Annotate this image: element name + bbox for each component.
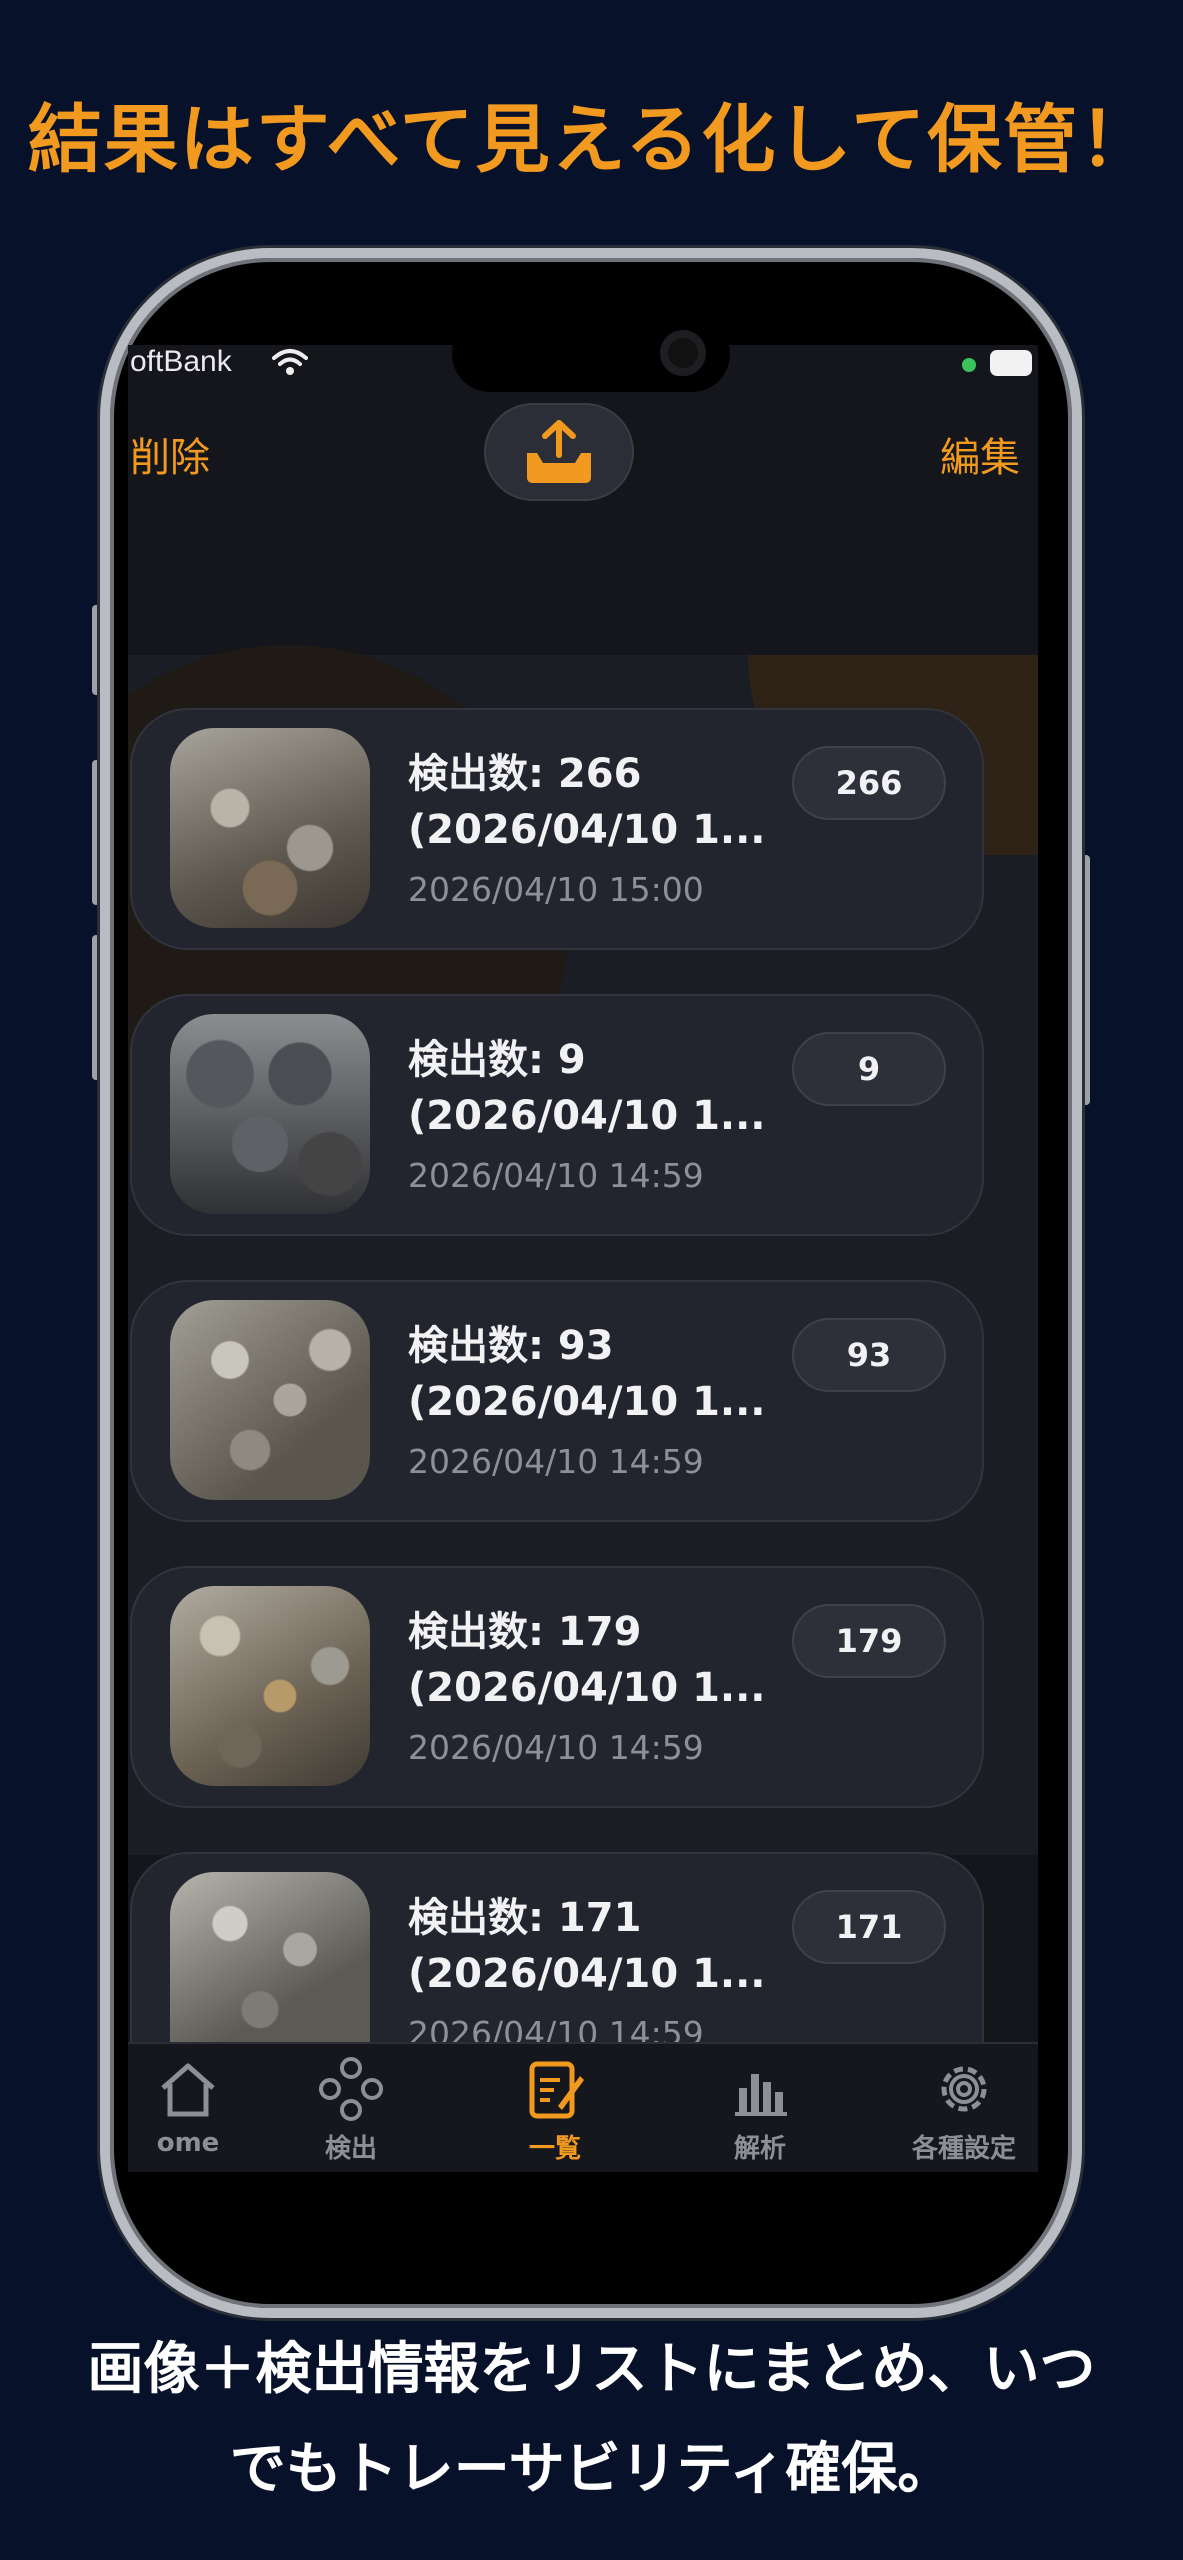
- tab-home[interactable]: ome: [98, 2054, 278, 2158]
- result-thumbnail: [170, 728, 370, 928]
- item-date: 2026/04/10 14:59: [408, 1728, 704, 1767]
- front-camera: [660, 330, 706, 376]
- list-item[interactable]: 検出数: 171 (2026/04/10 1... 2026/04/10 14:…: [130, 1852, 984, 2044]
- tab-bar: ome 検出 一覧 解析 各種設定: [128, 2042, 1038, 2172]
- headline: 結果はすべて見える化して保管！: [27, 97, 1156, 183]
- battery-icon: [990, 350, 1032, 376]
- tab-label: ome: [156, 2128, 220, 2158]
- item-title: 検出数: 179 (2026/04/10 1...: [408, 1609, 766, 1711]
- item-date: 2026/04/10 14:59: [408, 1442, 704, 1481]
- tab-analysis[interactable]: 解析: [670, 2054, 850, 2165]
- export-button[interactable]: [484, 403, 634, 501]
- list-item[interactable]: 検出数: 9 (2026/04/10 1... 2026/04/10 14:59…: [130, 994, 984, 1236]
- privacy-indicator: [962, 358, 976, 372]
- tab-detect[interactable]: 検出: [261, 2054, 441, 2165]
- wifi-icon: [272, 349, 308, 375]
- item-title: 検出数: 9 (2026/04/10 1...: [408, 1037, 766, 1139]
- tab-settings[interactable]: 各種設定: [874, 2054, 1054, 2165]
- count-badge: 266: [792, 746, 946, 820]
- count-badge: 9: [792, 1032, 946, 1106]
- detect-nodes-icon: [319, 2057, 383, 2121]
- result-thumbnail: [170, 1586, 370, 1786]
- item-title: 検出数: 266 (2026/04/10 1...: [408, 751, 766, 853]
- tab-label: 各種設定: [911, 2134, 1016, 2164]
- bar-chart-icon: [735, 2074, 787, 2116]
- result-thumbnail: [170, 1872, 370, 2044]
- item-date: 2026/04/10 15:00: [408, 870, 704, 909]
- list-item[interactable]: 検出数: 266 (2026/04/10 1... 2026/04/10 15:…: [130, 708, 984, 950]
- list-item[interactable]: 検出数: 93 (2026/04/10 1... 2026/04/10 14:5…: [130, 1280, 984, 1522]
- home-icon: [161, 2063, 215, 2117]
- list-edit-icon: [529, 2061, 584, 2119]
- result-thumbnail: [170, 1300, 370, 1500]
- count-badge: 179: [792, 1604, 946, 1678]
- count-badge: 93: [792, 1318, 946, 1392]
- tab-label: 一覧: [528, 2134, 581, 2164]
- count-badge: 171: [792, 1890, 946, 1964]
- result-thumbnail: [170, 1014, 370, 1214]
- delete-button[interactable]: 削除: [130, 425, 210, 483]
- carrier-label: oftBank: [130, 345, 232, 378]
- tab-label: 検出: [324, 2134, 377, 2164]
- tray-upload-icon: [527, 420, 591, 483]
- caption: 画像＋検出情報をリストにまとめ、いつ でもトレーサビリティ確保。: [87, 2337, 1096, 2502]
- item-title: 検出数: 171 (2026/04/10 1...: [408, 1895, 766, 1997]
- tab-label: 解析: [733, 2134, 786, 2164]
- item-date: 2026/04/10 14:59: [408, 1156, 704, 1195]
- edit-button[interactable]: 編集: [940, 425, 1020, 483]
- gear-icon: [941, 2066, 987, 2112]
- item-title: 検出数: 93 (2026/04/10 1...: [408, 1323, 766, 1425]
- tab-list[interactable]: 一覧: [465, 2054, 645, 2165]
- item-date: 2026/04/10 14:59: [408, 2014, 704, 2042]
- list-item[interactable]: 検出数: 179 (2026/04/10 1... 2026/04/10 14:…: [130, 1566, 984, 1808]
